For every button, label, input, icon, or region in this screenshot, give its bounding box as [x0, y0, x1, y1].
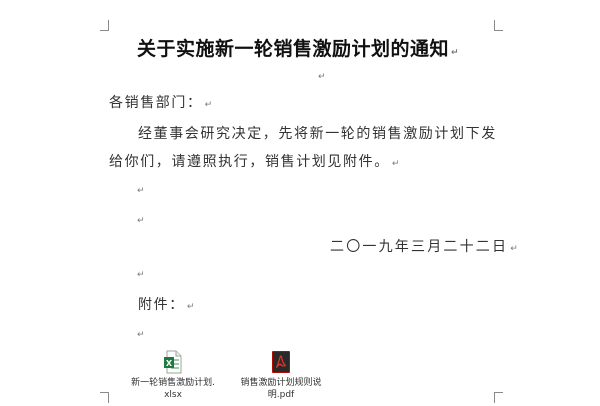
page-corner-mark [100, 20, 109, 31]
attachment-pdf[interactable]: 销售激励计划规则说明.pdf [238, 350, 324, 401]
attachment-excel[interactable]: X 新一轮销售激励计划.xlsx [130, 350, 216, 401]
paragraph-mark: ↵ [137, 186, 145, 196]
paragraph-mark: ↵ [451, 48, 460, 58]
document-page: 关于实施新一轮销售激励计划的通知 ↵ ↵ 各销售部门： ↵ 经董事会研究决定，先将新… [0, 0, 600, 406]
excel-file-icon: X [164, 350, 182, 374]
page-corner-mark [494, 392, 503, 403]
attachment-name: 销售激励计划规则说明.pdf [240, 378, 322, 400]
paragraph-mark: ↵ [186, 302, 196, 312]
document-title-text: 关于实施新一轮销售激励计划的通知 [137, 38, 450, 60]
page-corner-mark [100, 392, 109, 403]
paragraph-mark: ↵ [204, 100, 214, 110]
paragraph-mark: ↵ [137, 270, 145, 280]
attachment-name: 新一轮销售激励计划.xlsx [131, 378, 215, 400]
date-line[interactable]: 二〇一九年三月二十二日 ↵ [330, 236, 520, 256]
salutation-text: 各销售部门： [109, 95, 203, 111]
svg-text:X: X [166, 359, 173, 368]
salutation-line[interactable]: 各销售部门： ↵ [109, 92, 214, 112]
paragraph-mark: ↵ [510, 244, 520, 254]
page-corner-mark [494, 20, 503, 31]
date-text: 二〇一九年三月二十二日 [330, 239, 509, 255]
paragraph-mark: ↵ [137, 216, 145, 226]
body-line-2[interactable]: 给你们，请遵照执行，销售计划见附件。 ↵ [109, 151, 401, 171]
attachments-label-line[interactable]: 附件： ↵ [138, 294, 196, 314]
body-text: 给你们，请遵照执行，销售计划见附件。 [109, 154, 390, 170]
attachments-label: 附件： [138, 297, 185, 313]
body-text: 经董事会研究决定，先将新一轮的销售激励计划下发 [138, 126, 497, 142]
paragraph-mark: ↵ [391, 159, 401, 169]
paragraph-mark: ↵ [137, 330, 145, 340]
body-line-1[interactable]: 经董事会研究决定，先将新一轮的销售激励计划下发 [138, 123, 497, 143]
pdf-file-icon [272, 351, 290, 373]
paragraph-mark: ↵ [318, 72, 326, 82]
document-title[interactable]: 关于实施新一轮销售激励计划的通知 ↵ [137, 34, 459, 61]
